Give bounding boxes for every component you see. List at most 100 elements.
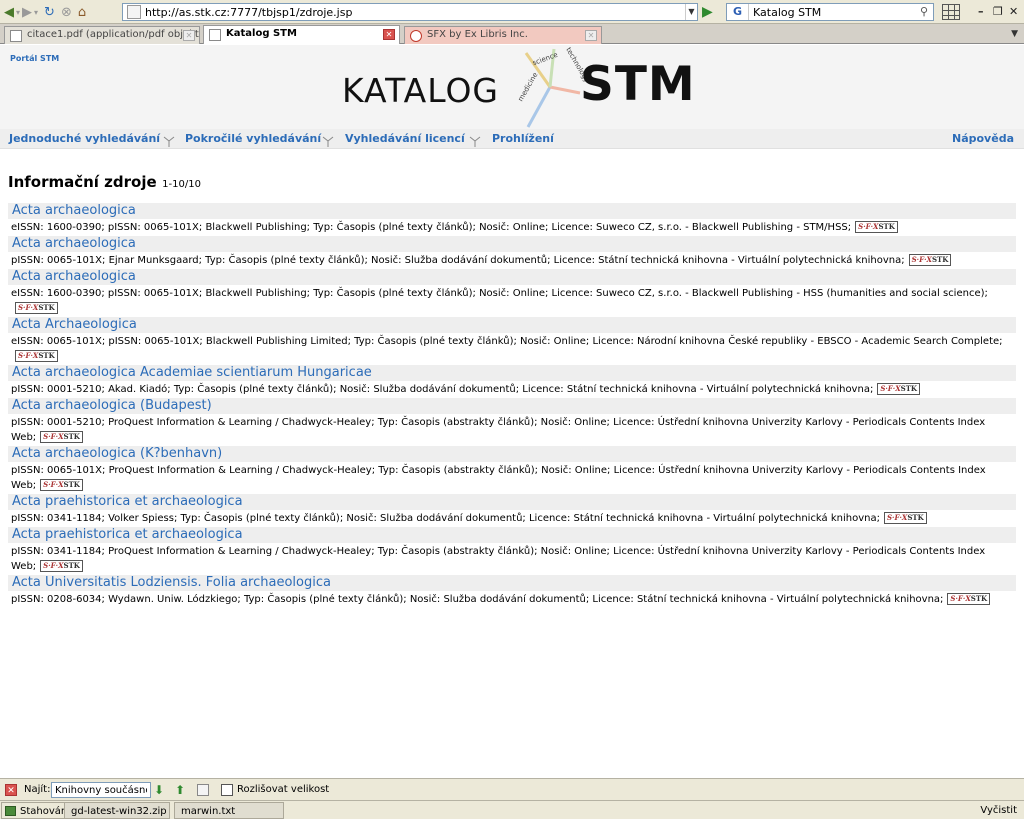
sfx-stk-button[interactable]: S·F·XSTK [883, 512, 927, 524]
nav-advanced-search[interactable]: Pokročilé vyhledávání [185, 132, 321, 145]
nav-browse[interactable]: Prohlížení [492, 132, 554, 145]
stop-icon[interactable]: ⊗ [61, 3, 72, 21]
sfx-badge-label: S·F·X [18, 303, 39, 312]
back-arrow-icon[interactable]: ◀ [4, 3, 14, 21]
sfx-stk-button[interactable]: S·F·XSTK [40, 479, 83, 491]
result-description: pISSN: 0341-1184; ProQuest Information &… [8, 543, 1016, 575]
result-title-link[interactable]: Acta archaeologica [8, 236, 1016, 252]
download-item-gd[interactable]: gd-latest-win32.zip [64, 802, 170, 819]
url-bar[interactable]: http://as.stk.cz:7777/tbjsp1/zdroje.jsp … [122, 3, 698, 21]
page-title: Informační zdroje 1-10/10 [8, 173, 201, 191]
url-text[interactable]: http://as.stk.cz:7777/tbjsp1/zdroje.jsp [145, 6, 685, 19]
magnifier-icon[interactable]: ⚲ [915, 4, 933, 20]
reload-icon[interactable]: ↻ [44, 3, 55, 21]
result-title-link[interactable]: Acta archaeologica (Budapest) [8, 398, 1016, 414]
tab-close-icon[interactable]: ✕ [183, 30, 195, 41]
portal-stm-link[interactable]: Portál STM [10, 54, 59, 63]
result-description: pISSN: 0001-5210; Akad. Kiadó; Typ: Časo… [8, 381, 1016, 398]
tab-pdf[interactable]: citace1.pdf (application/pdf objekt) ✕ [4, 26, 200, 44]
katalog-stm-logo: KATALOG science technology medicine STM [340, 46, 700, 129]
result-description: eISSN: 0065-101X; pISSN: 0065-101X; Blac… [8, 333, 1016, 365]
result-description-text: eISSN: 1600-0390; pISSN: 0065-101X; Blac… [11, 222, 852, 233]
clear-downloads-button[interactable]: Vyčistit [974, 802, 1023, 819]
sfx-badge-label: S·F·X [858, 222, 879, 231]
sfx-badge-label: S·F·X [886, 513, 908, 522]
result-title-link[interactable]: Acta archaeologica Academiae scientiarum… [8, 365, 1016, 381]
result-title-link[interactable]: Acta Archaeologica [8, 317, 1016, 333]
result-description-text: eISSN: 0065-101X; pISSN: 0065-101X; Blac… [11, 336, 1003, 347]
browser-toolbar: ◀ ▾ ▶ ▾ ↻ ⊗ ⌂ http://as.stk.cz:7777/tbjs… [0, 0, 1024, 24]
stk-badge-label: STK [63, 480, 80, 489]
stk-badge-label: STK [931, 255, 949, 264]
forward-dropdown-icon[interactable]: ▾ [34, 3, 38, 21]
result-item: Acta archaeologica pISSN: 0065-101X; Ejna… [8, 236, 1016, 269]
find-close-icon[interactable]: ✕ [5, 784, 17, 796]
sfx-stk-button[interactable]: S·F·XSTK [908, 254, 952, 266]
main-nav: Jednoduché vyhledávání Pokročilé vyhledá… [0, 129, 1024, 149]
result-title-link[interactable]: Acta archaeologica [8, 203, 1016, 219]
result-description-text: pISSN: 0065-101X; ProQuest Information &… [11, 465, 986, 491]
find-previous-icon[interactable]: ⬆ [175, 783, 185, 797]
sfx-stk-button[interactable]: S·F·XSTK [40, 560, 83, 572]
go-arrow-icon[interactable]: ▶ [702, 4, 718, 20]
result-item: Acta praehistorica et archaeologica pISSN… [8, 527, 1016, 575]
result-title-link[interactable]: Acta archaeologica [8, 269, 1016, 285]
sfx-stk-button[interactable]: S·F·XSTK [947, 593, 991, 605]
tab-close-icon[interactable]: ✕ [383, 29, 395, 40]
nav-separator-icon [322, 136, 334, 147]
nav-help[interactable]: Nápověda [952, 132, 1014, 145]
result-count: 1-10/10 [162, 179, 201, 190]
search-input[interactable] [749, 5, 915, 19]
search-engine-icon[interactable]: G [727, 4, 749, 20]
result-item: Acta Universitatis Lodziensis. Folia arc… [8, 575, 1016, 608]
stk-badge-label: STK [878, 222, 895, 231]
match-case-checkbox[interactable] [221, 784, 233, 796]
find-input[interactable] [51, 782, 151, 798]
url-dropdown-icon[interactable]: ▼ [685, 4, 697, 20]
search-bar[interactable]: G ⚲ [726, 3, 934, 21]
match-case-label[interactable]: Rozlišovat velikost [237, 784, 329, 795]
result-description: pISSN: 0065-101X; ProQuest Information &… [8, 462, 1016, 494]
result-description: pISSN: 0341-1184; Volker Spiess; Typ: Ča… [8, 510, 1016, 527]
tab-sfx[interactable]: SFX by Ex Libris Inc. ✕ [404, 26, 602, 44]
result-title-link[interactable]: Acta archaeologica (K?benhavn) [8, 446, 1016, 462]
grid-icon[interactable] [942, 4, 960, 20]
nav-simple-search[interactable]: Jednoduché vyhledávání [9, 132, 160, 145]
result-item: Acta archaeologica eISSN: 1600-0390; pISS… [8, 269, 1016, 317]
result-description-text: eISSN: 1600-0390; pISSN: 0065-101X; Blac… [11, 288, 988, 299]
sfx-stk-button[interactable]: S·F·XSTK [15, 350, 58, 362]
result-description-text: pISSN: 0001-5210; ProQuest Information &… [11, 417, 986, 443]
result-description: eISSN: 1600-0390; pISSN: 0065-101X; Blac… [8, 285, 1016, 317]
tab-close-icon[interactable]: ✕ [585, 30, 597, 41]
nav-license-search[interactable]: Vyhledávání licencí [345, 132, 465, 145]
sfx-stk-button[interactable]: S·F·XSTK [855, 221, 898, 233]
restore-icon[interactable]: ❐ [993, 5, 1003, 18]
stk-badge-label: STK [970, 594, 988, 603]
page-heading: Informační zdroje [8, 173, 157, 191]
download-item-marwin[interactable]: marwin.txt [174, 802, 284, 819]
close-window-icon[interactable]: ✕ [1009, 5, 1018, 18]
status-bar: Stahování gd-latest-win32.zip marwin.txt… [0, 800, 1024, 819]
sfx-stk-button[interactable]: S·F·XSTK [40, 431, 83, 443]
highlight-all-icon[interactable] [197, 784, 209, 796]
minimize-icon[interactable]: – [978, 5, 984, 18]
sfx-stk-button[interactable]: S·F·XSTK [15, 302, 58, 314]
back-dropdown-icon[interactable]: ▾ [16, 3, 20, 21]
sfx-stk-button[interactable]: S·F·XSTK [877, 383, 921, 395]
result-title-link[interactable]: Acta Universitatis Lodziensis. Folia arc… [8, 575, 1016, 591]
tab-list-dropdown-icon[interactable]: ▼ [1011, 29, 1018, 39]
downloads-label: Stahování [20, 806, 71, 817]
home-icon[interactable]: ⌂ [78, 3, 86, 21]
result-description: pISSN: 0065-101X; Ejnar Munksgaard; Typ:… [8, 252, 1016, 269]
result-description-text: pISSN: 0065-101X; Ejnar Munksgaard; Typ:… [11, 255, 905, 266]
sfx-logo-icon [410, 30, 422, 42]
find-bar: ✕ Najít: ⬇ ⬆ Rozlišovat velikost [0, 778, 1024, 800]
result-title-link[interactable]: Acta praehistorica et archaeologica [8, 527, 1016, 543]
find-next-icon[interactable]: ⬇ [154, 783, 164, 797]
result-title-link[interactable]: Acta praehistorica et archaeologica [8, 494, 1016, 510]
forward-arrow-icon[interactable]: ▶ [22, 3, 32, 21]
sfx-badge-label: S·F·X [880, 384, 901, 393]
logo-katalog-text: KATALOG [342, 71, 499, 110]
result-description-text: pISSN: 0001-5210; Akad. Kiadó; Typ: Časo… [11, 384, 874, 395]
tab-katalog-stm[interactable]: Katalog STM ✕ [203, 25, 400, 44]
